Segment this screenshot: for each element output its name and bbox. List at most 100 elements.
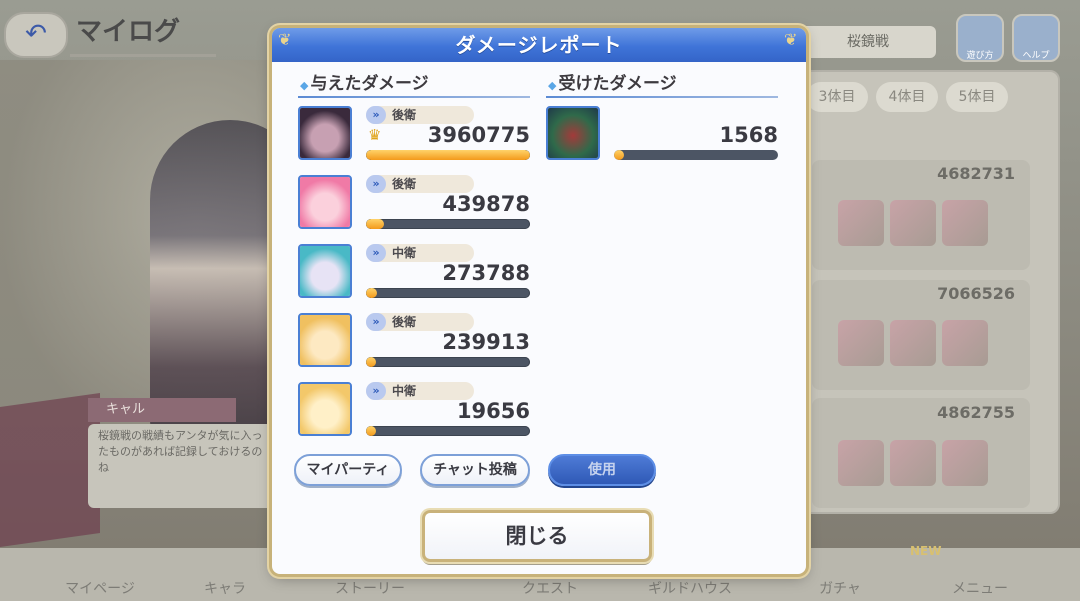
position-label: 中衛 <box>392 246 417 260</box>
corner-ornament-icon: ❦ <box>784 30 798 49</box>
portrait-image <box>300 315 350 365</box>
dialog-title: ダメージレポート <box>455 33 623 57</box>
log-thumb <box>890 200 936 246</box>
damage-bar <box>366 150 530 160</box>
nav-character[interactable]: キャラ <box>175 578 275 598</box>
received-damage-bar <box>614 150 778 160</box>
damage-value: 239913 <box>442 330 530 354</box>
dealt-row: » 後衛 239913 <box>298 313 532 371</box>
how-to-play-button[interactable]: 遊び方 <box>956 14 1004 62</box>
dealt-section-divider <box>298 96 530 98</box>
damage-bar <box>366 288 530 298</box>
log-row-damage: 4682731 <box>937 164 1015 183</box>
received-damage-value: 1568 <box>719 123 778 147</box>
tab-5[interactable]: 5体目 <box>946 82 1008 112</box>
damage-bar-fill <box>366 357 376 367</box>
character-portrait[interactable] <box>298 106 352 160</box>
help-button[interactable]: ヘルプ <box>1012 14 1060 62</box>
position-label: 後衛 <box>392 108 417 122</box>
how-to-play-label: 遊び方 <box>966 51 994 61</box>
double-chevron-icon: » <box>366 175 386 193</box>
character-portrait[interactable] <box>298 313 352 367</box>
nav-story[interactable]: ストーリー <box>320 578 420 598</box>
back-button[interactable]: ↶ <box>4 12 68 58</box>
damage-value: 3960775 <box>427 123 530 147</box>
damage-bar <box>366 219 530 229</box>
log-thumb <box>838 200 884 246</box>
enemy-portrait[interactable] <box>546 106 600 160</box>
dealt-row: » 中衛 273788 <box>298 244 532 302</box>
character-dialog-text: 桜鏡戦の戦績もアンタが気に入ったものがあれば記録しておけるのね <box>88 424 274 508</box>
damage-bar <box>366 357 530 367</box>
portrait-image <box>548 108 598 158</box>
position-label: 後衛 <box>392 177 417 191</box>
damage-bar-fill <box>366 150 530 160</box>
dealt-row: » 後衛 439878 <box>298 175 532 233</box>
received-damage-bar-fill <box>614 150 624 160</box>
dealt-damage-title: ◆ 与えたダメージ <box>300 72 429 96</box>
damage-value: 273788 <box>442 261 530 285</box>
speaker-name: キャル <box>88 398 236 422</box>
my-party-button[interactable]: マイパーティ <box>294 454 402 486</box>
diamond-bullet-icon: ◆ <box>300 79 309 92</box>
damage-bar <box>366 426 530 436</box>
dialog-header: ダメージレポート <box>272 28 806 62</box>
position-badge: » 中衛 <box>366 382 474 400</box>
dealt-row: » 後衛 ♛ 3960775 <box>298 106 532 164</box>
background-book <box>0 392 100 548</box>
dealt-damage-title-text: 与えたダメージ <box>310 74 429 94</box>
damage-bar-fill <box>366 219 385 229</box>
log-thumb <box>942 200 988 246</box>
chat-post-button[interactable]: チャット投稿 <box>420 454 530 486</box>
dealt-row: » 中衛 19656 <box>298 382 532 440</box>
position-badge: » 後衛 <box>366 175 474 193</box>
use-button[interactable]: 使用 <box>548 454 656 486</box>
character-portrait[interactable] <box>298 244 352 298</box>
character-portrait[interactable] <box>298 175 352 229</box>
double-chevron-icon: » <box>366 313 386 331</box>
tab-4[interactable]: 4体目 <box>876 82 938 112</box>
damage-bar-fill <box>366 426 376 436</box>
portrait-image <box>300 246 350 296</box>
close-button[interactable]: 閉じる <box>422 510 652 562</box>
position-label: 後衛 <box>392 315 417 329</box>
back-arrow-icon: ↶ <box>25 19 47 49</box>
clan-battle-label: 桜鏡戦 <box>800 26 936 58</box>
diamond-bullet-icon: ◆ <box>548 79 557 92</box>
help-label: ヘルプ <box>1022 51 1050 61</box>
nav-menu[interactable]: メニュー <box>930 578 1030 598</box>
log-thumb <box>942 440 988 486</box>
log-thumb <box>942 320 988 366</box>
log-row-damage: 4862755 <box>937 403 1015 422</box>
double-chevron-icon: » <box>366 244 386 262</box>
damage-value: 19656 <box>456 399 530 423</box>
position-badge: » 後衛 <box>366 313 474 331</box>
corner-ornament-icon: ❦ <box>278 30 292 49</box>
received-damage-title-text: 受けたダメージ <box>558 74 677 94</box>
position-badge: » 後衛 <box>366 106 474 124</box>
character-portrait[interactable] <box>298 382 352 436</box>
received-damage-title: ◆ 受けたダメージ <box>548 72 677 96</box>
damage-bar-fill <box>366 288 378 298</box>
position-badge: » 中衛 <box>366 244 474 262</box>
nav-mypage[interactable]: マイページ <box>50 578 150 598</box>
new-badge: NEW <box>910 544 942 558</box>
nav-guildhouse[interactable]: ギルドハウス <box>640 578 740 598</box>
portrait-image <box>300 177 350 227</box>
received-section-divider <box>546 96 778 98</box>
screen-title: マイログ <box>70 14 216 57</box>
tab-3[interactable]: 3体目 <box>806 82 868 112</box>
portrait-image <box>300 384 350 434</box>
nav-gacha[interactable]: ガチャ <box>790 578 890 598</box>
received-row: 1568 <box>546 106 778 164</box>
log-thumb <box>838 320 884 366</box>
nav-quest[interactable]: クエスト <box>500 578 600 598</box>
log-thumb <box>890 320 936 366</box>
portrait-image <box>300 108 350 158</box>
log-thumb <box>890 440 936 486</box>
damage-value: 439878 <box>442 192 530 216</box>
crown-icon: ♛ <box>368 126 382 144</box>
position-label: 中衛 <box>392 384 417 398</box>
double-chevron-icon: » <box>366 106 386 124</box>
damage-report-dialog: ダメージレポート ❦ ❦ ◆ 与えたダメージ ◆ 受けたダメージ » 後衛 ♛ 39… <box>272 28 806 574</box>
